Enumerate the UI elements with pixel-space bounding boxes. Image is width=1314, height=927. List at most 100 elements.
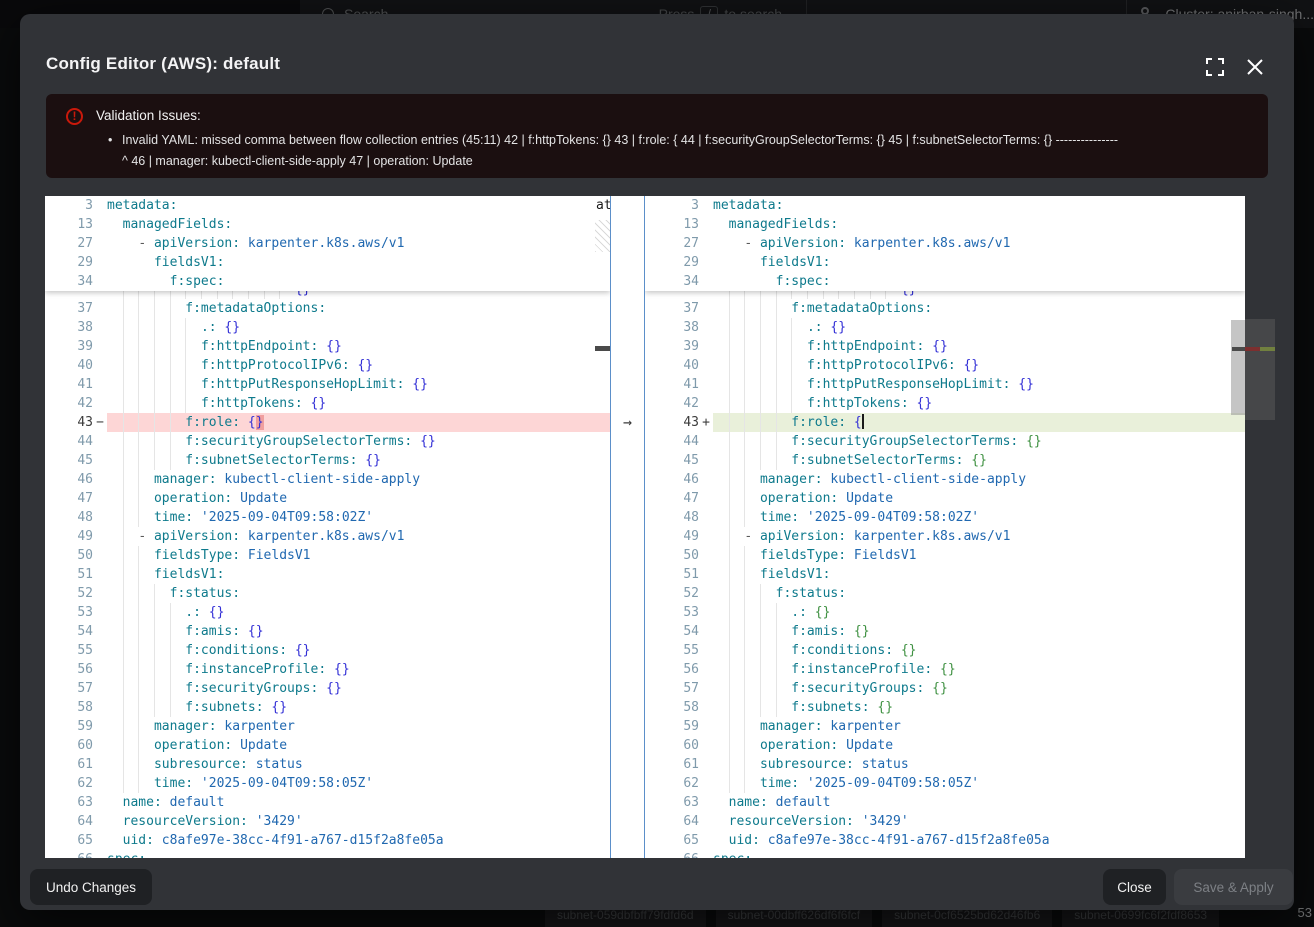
line-number: 54	[45, 622, 93, 641]
screen: Search Press / to search Cluster: anirba…	[0, 0, 1314, 927]
code-text: managedFields:	[107, 215, 610, 234]
vertical-scrollbar[interactable]	[1231, 320, 1245, 415]
line-number: 41	[45, 375, 93, 394]
code-text: f:httpPutResponseHopLimit: {}	[713, 375, 1245, 394]
diff-marker	[93, 470, 107, 489]
code-line: 45f:subnetSelectorTerms: {}	[645, 451, 1245, 470]
line-number: 50	[645, 546, 699, 565]
code-text: time: '2025-09-04T09:58:05Z'	[107, 774, 610, 793]
line-number: 66	[645, 850, 699, 858]
line-number: 47	[645, 489, 699, 508]
code-text: f:httpTokens: {}	[107, 394, 610, 413]
code-text: f:conditions: {}	[107, 641, 610, 660]
line-number: 52	[645, 584, 699, 603]
diff-marker	[93, 831, 107, 850]
line-number: 62	[45, 774, 93, 793]
save-apply-button[interactable]: Save & Apply	[1174, 869, 1293, 905]
code-text: f:securityGroups: {}	[107, 679, 610, 698]
line-number: 45	[45, 451, 93, 470]
ruler-mark-cursor	[1232, 347, 1245, 351]
code-text: fieldsType: FieldsV1	[713, 546, 1245, 565]
code-line: 51fieldsV1:	[645, 565, 1245, 584]
code-line: 54f:amis: {}	[645, 622, 1245, 641]
code-line: 47operation: Update	[645, 489, 1245, 508]
code-text: - apiVersion: karpenter.k8s.aws/v1	[713, 527, 1245, 546]
validation-message: •Invalid YAML: missed comma between flow…	[108, 130, 1258, 172]
line-number: 59	[645, 717, 699, 736]
line-number: 64	[645, 812, 699, 831]
diff-marker	[699, 356, 713, 375]
code-line: 43−f:role: {}	[45, 413, 610, 432]
code-text: operation: Update	[713, 736, 1245, 755]
code-line: 37f:metadataOptions:	[645, 299, 1245, 318]
code-text: f:instanceProfile: {}	[107, 660, 610, 679]
code-text: spec:	[713, 850, 1245, 858]
diff-marker: −	[93, 413, 107, 432]
original-editor-pane[interactable]: 37f:metadataOptions:38.: {}39f:httpEndpo…	[45, 196, 610, 858]
code-line: 39f:httpEndpoint: {}	[45, 337, 610, 356]
line-number: 3	[645, 196, 699, 215]
diff-marker	[699, 196, 713, 215]
code-text: - apiVersion: karpenter.k8s.aws/v1	[713, 234, 1245, 253]
line-number: 44	[645, 432, 699, 451]
line-number: 45	[645, 451, 699, 470]
diff-marker	[699, 527, 713, 546]
diff-marker	[93, 641, 107, 660]
sticky-line: 3metadata:	[45, 196, 610, 215]
line-number: 29	[45, 253, 93, 272]
code-line: 66 spec:	[645, 850, 1245, 858]
diff-marker	[93, 451, 107, 470]
line-number: 37	[645, 299, 699, 318]
line-number: 34	[45, 272, 93, 291]
code-line: 62time: '2025-09-04T09:58:05Z'	[645, 774, 1245, 793]
right-pane-rows: 37f:metadataOptions:38.: {}39f:httpEndpo…	[645, 299, 1245, 858]
code-text: resourceVersion: '3429'	[107, 812, 610, 831]
line-number: 40	[645, 356, 699, 375]
diff-marker	[93, 215, 107, 234]
line-number: 55	[45, 641, 93, 660]
code-line: 43+f:role: {	[645, 413, 1245, 432]
code-line: 53.: {}	[645, 603, 1245, 622]
code-line: 62 time: '2025-09-04T09:58:05Z'	[45, 774, 610, 793]
code-line: 41f:httpPutResponseHopLimit: {}	[645, 375, 1245, 394]
code-text: fieldsV1:	[713, 253, 1245, 272]
undo-changes-button[interactable]: Undo Changes	[30, 869, 152, 905]
code-line: 59manager: karpenter	[645, 717, 1245, 736]
validation-title: Validation Issues:	[96, 108, 201, 123]
close-button[interactable]: Close	[1103, 869, 1166, 905]
code-line: {}	[45, 291, 610, 299]
code-line: 64resourceVersion: '3429'	[645, 812, 1245, 831]
code-line: 55 f:conditions: {}	[45, 641, 610, 660]
diff-marker	[699, 318, 713, 337]
code-line: 63name: default	[45, 793, 610, 812]
line-number: 13	[45, 215, 93, 234]
code-text: f:status:	[713, 584, 1245, 603]
code-line: 51fieldsV1:	[45, 565, 610, 584]
diff-marker	[699, 565, 713, 584]
diff-marker	[93, 196, 107, 215]
line-number: 64	[45, 812, 93, 831]
code-line: 57f:securityGroups: {}	[45, 679, 610, 698]
line-number: 56	[645, 660, 699, 679]
code-text: f:httpEndpoint: {}	[713, 337, 1245, 356]
diff-marker	[93, 291, 107, 299]
line-number: 55	[645, 641, 699, 660]
diff-marker	[93, 793, 107, 812]
code-line: 57f:securityGroups: {}	[645, 679, 1245, 698]
modified-editor-pane[interactable]: 37f:metadataOptions:38.: {}39f:httpEndpo…	[645, 196, 1245, 858]
left-pane-clipped-line: {}	[45, 291, 610, 299]
close-modal-button[interactable]	[1242, 54, 1268, 80]
code-text: f:subnets: {}	[713, 698, 1245, 717]
code-text: time: '2025-09-04T09:58:02Z'	[713, 508, 1245, 527]
line-number: 43	[45, 413, 93, 432]
code-text: - apiVersion: karpenter.k8s.aws/v1	[107, 527, 610, 546]
diff-arrow-icon[interactable]: →	[611, 413, 644, 432]
line-number: 38	[645, 318, 699, 337]
line-number: 48	[45, 508, 93, 527]
diff-marker	[699, 253, 713, 272]
code-line: 37f:metadataOptions:	[45, 299, 610, 318]
fullscreen-button[interactable]	[1202, 54, 1228, 80]
line-number: 61	[645, 755, 699, 774]
ruler-mark-deletion	[1245, 347, 1260, 351]
sticky-line: 13managedFields:	[645, 215, 1245, 234]
